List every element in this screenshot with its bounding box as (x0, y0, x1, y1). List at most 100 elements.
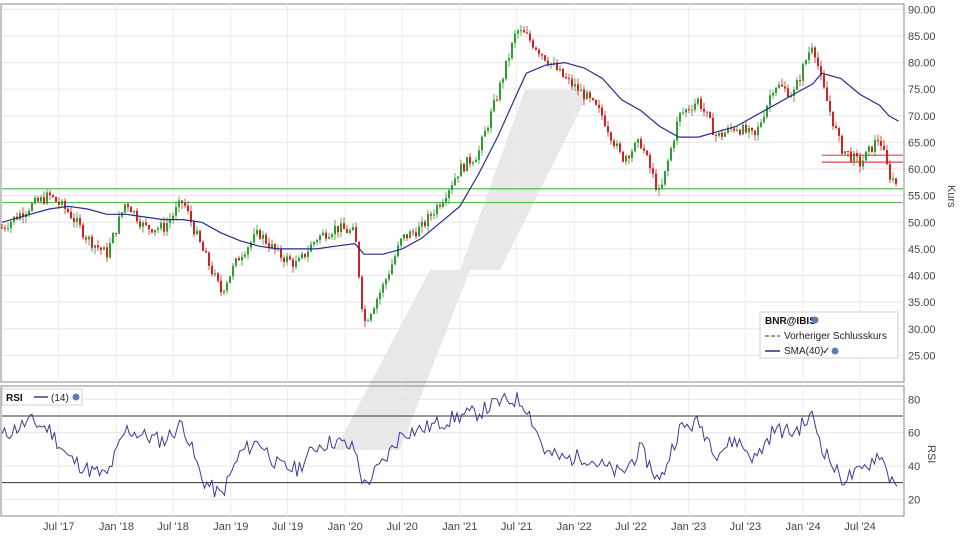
candle-body (79, 218, 81, 225)
candle-body (463, 163, 465, 172)
candle-body (253, 234, 255, 243)
candle-body (295, 261, 297, 267)
candle-body (181, 200, 183, 203)
candle-body (817, 57, 819, 67)
candle-body (748, 127, 750, 133)
candle-body (214, 273, 216, 275)
candle-body (316, 240, 318, 242)
candle-body (373, 308, 375, 314)
candle-body (655, 173, 657, 190)
candle-body (637, 139, 639, 143)
legend-symbol: BNR@IBIS (765, 316, 816, 327)
candle-body (418, 226, 420, 237)
x-tick-label: Jul '20 (386, 521, 417, 533)
candle-body (613, 140, 615, 146)
candle-body (742, 124, 744, 135)
candle-body (802, 64, 804, 81)
candle-body (88, 236, 90, 240)
candle-body (841, 135, 843, 154)
candle-body (70, 211, 72, 219)
candle-body (811, 47, 813, 53)
price-legend[interactable]: BNR@IBIS Vorheriger Schlusskurs SMA(40) … (759, 311, 899, 359)
candle-body (733, 128, 735, 131)
candle-body (490, 111, 492, 128)
sma-line (1, 61, 899, 255)
candle-body (592, 98, 594, 101)
candle-body (868, 146, 870, 152)
candle-body (847, 151, 849, 153)
candle-body (52, 195, 54, 197)
candle-body (829, 101, 831, 112)
candle-body (199, 230, 201, 242)
x-tick-label: Jul '18 (157, 521, 188, 533)
candle-body (781, 84, 783, 87)
candle-body (406, 234, 408, 239)
candle-body (736, 129, 738, 131)
candle-body (715, 135, 717, 137)
candle-body (7, 228, 9, 230)
candle-body (67, 208, 69, 212)
candle-body (583, 89, 585, 100)
candle-body (769, 95, 771, 106)
candle-body (1, 227, 3, 229)
candle-body (91, 236, 93, 248)
candle-body (718, 132, 720, 136)
candle-body (469, 157, 471, 164)
candle-body (100, 247, 102, 250)
candle-body (601, 107, 603, 116)
x-tick-label: Jul '17 (43, 521, 74, 533)
candle-body (151, 229, 153, 233)
candle-body (631, 151, 633, 159)
candle-body (397, 245, 399, 257)
candle-body (826, 87, 828, 102)
candle-body (352, 227, 354, 231)
rsi-line (1, 392, 898, 498)
rsi-grid (2, 386, 903, 516)
candle-body (163, 222, 165, 232)
candle-body (892, 178, 894, 180)
candle-body (706, 111, 708, 113)
candle-body (298, 258, 300, 262)
candle-body (166, 223, 168, 232)
candle-body (256, 229, 258, 235)
candle-body (142, 222, 144, 227)
candle-body (625, 155, 627, 162)
candle-body (454, 178, 456, 186)
candle-body (685, 109, 687, 113)
info-icon[interactable] (811, 316, 819, 324)
info-icon[interactable] (72, 393, 80, 401)
candle-body (301, 253, 303, 259)
candle-body (58, 201, 60, 205)
candle-body (370, 313, 372, 321)
candle-body (409, 231, 411, 239)
rsi-legend[interactable]: RSI (14) (1, 388, 83, 406)
candle-body (46, 192, 48, 204)
candle-body (772, 92, 774, 96)
candle-body (691, 109, 693, 111)
candle-body (364, 309, 366, 322)
candle-body (751, 127, 753, 131)
rsi-y-tick: 20 (908, 494, 920, 506)
candle-body (529, 33, 531, 41)
price-y-tick: 85.00 (908, 31, 936, 43)
candle-body (430, 213, 432, 216)
candle-body (652, 168, 654, 174)
info-icon[interactable] (831, 347, 839, 355)
check-icon[interactable]: ✓ (822, 346, 830, 357)
candle-body (325, 232, 327, 239)
candle-body (103, 247, 105, 250)
candle-body (334, 225, 336, 235)
candle-body (202, 241, 204, 251)
candle-body (367, 320, 369, 322)
candle-body (724, 132, 726, 137)
candle-body (241, 256, 243, 261)
candle-body (10, 221, 12, 229)
candle-body (322, 232, 324, 236)
candle-body (577, 84, 579, 91)
candle-body (616, 143, 618, 146)
x-tick-label: Jul '24 (844, 521, 875, 533)
price-y-tick: 45.00 (908, 244, 936, 256)
candle-body (118, 216, 120, 234)
candle-body (895, 178, 897, 184)
candle-body (382, 284, 384, 293)
